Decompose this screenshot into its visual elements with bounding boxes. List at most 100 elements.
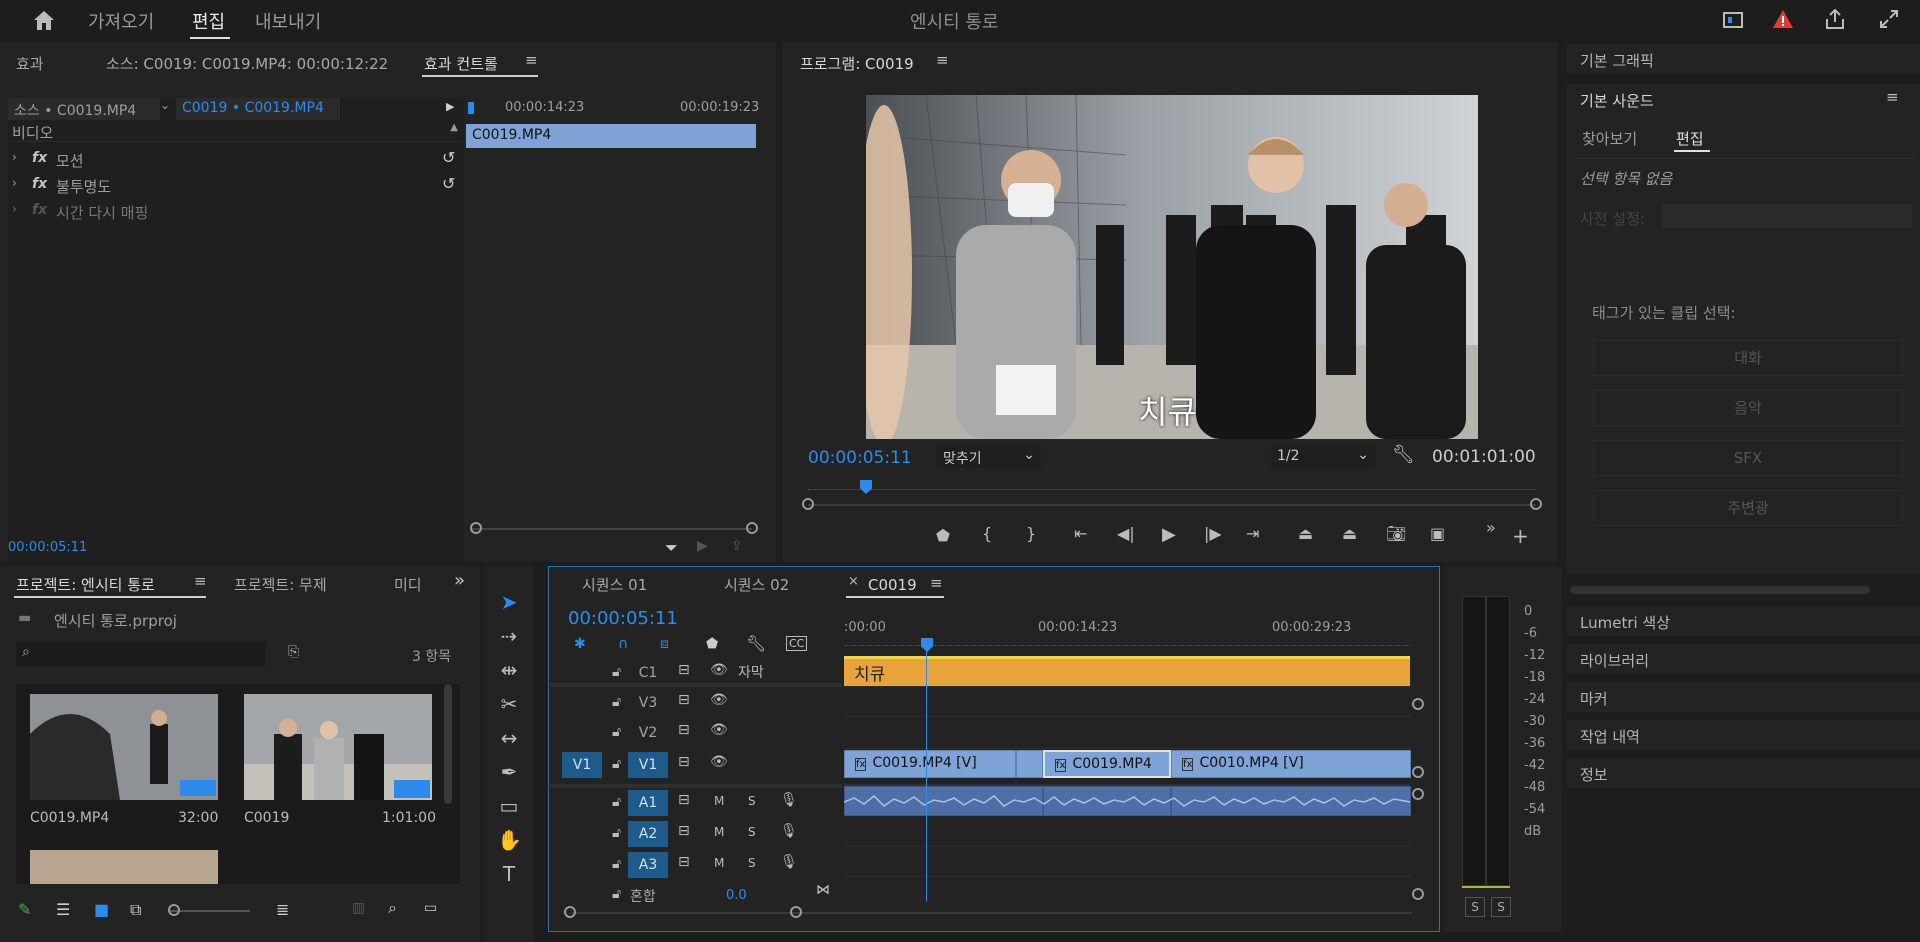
panel-menu-icon[interactable]: ≡ [194, 572, 207, 590]
marker-icon[interactable]: ⬟ [936, 526, 950, 545]
vertical-zoom-handle[interactable] [1412, 788, 1424, 800]
close-icon[interactable]: × [848, 574, 859, 589]
effect-clip[interactable]: C0019.MP4 [466, 124, 756, 148]
tab-source[interactable]: 소스: C0019: C0019.MP4: 00:00:12:22 [106, 53, 388, 74]
track-a3[interactable]: A3 [628, 852, 668, 878]
history-header[interactable]: 작업 내역 [1566, 720, 1920, 750]
music-button[interactable]: 음악 [1593, 390, 1903, 426]
project-thumbnail[interactable] [30, 850, 218, 884]
scrub-handle-left[interactable] [802, 498, 814, 510]
sync-lock-icon[interactable]: ⊟ [678, 692, 690, 708]
video-clip-selected[interactable]: fx C0019.MP4 [1043, 750, 1171, 778]
fullscreen-icon[interactable] [1878, 8, 1900, 30]
tab-edit[interactable]: 편집 [192, 8, 225, 34]
track-v2[interactable]: V2 [628, 720, 668, 746]
expand-icon[interactable]: › [12, 202, 17, 216]
zoom-handle-right[interactable] [746, 522, 758, 534]
fit-select[interactable]: 맞추기 ⌄ [937, 446, 1041, 468]
sync-lock-icon[interactable]: ⊟ [678, 754, 690, 770]
track-v3[interactable]: V3 [628, 690, 668, 716]
track-a2[interactable]: A2 [628, 821, 668, 847]
chevron-down-icon[interactable]: ⌄ [160, 98, 170, 112]
icon-view-icon[interactable]: ■ [94, 900, 109, 919]
sfx-button[interactable]: SFX [1593, 440, 1903, 476]
go-to-in-icon[interactable]: ⇤ [1074, 524, 1087, 543]
lock-icon[interactable]: 🔓︎ [612, 825, 621, 841]
lock-icon[interactable]: 🔓︎ [612, 694, 621, 710]
tab-project-untitled[interactable]: 프로젝트: 무제 [234, 574, 327, 595]
vertical-zoom-handle[interactable] [1412, 766, 1424, 778]
video-clip-gap[interactable] [1016, 750, 1043, 778]
fx-icon[interactable]: fx [32, 202, 47, 218]
lock-icon[interactable]: 🔓︎ [612, 724, 621, 740]
sequence-select[interactable]: C0019 • C0019.MP4 [176, 98, 340, 120]
timeline-timecode[interactable]: 00:00:05:11 [568, 608, 678, 629]
new-bin-icon[interactable]: ⎘ [288, 644, 299, 660]
hand-tool-icon[interactable]: ✋ [497, 828, 522, 852]
dialogue-button[interactable]: 대화 [1593, 340, 1903, 376]
effect-timecode[interactable]: 00:00:05:11 [8, 540, 87, 555]
scrub-bar[interactable] [808, 504, 1536, 506]
track-c1[interactable]: C1 [628, 660, 668, 686]
tab-sequence-02[interactable]: 시퀀스 02 [724, 574, 789, 595]
tab-import[interactable]: 가져오기 [88, 8, 154, 34]
project-search-input[interactable]: ⌕ [16, 642, 266, 666]
mark-out-icon[interactable]: } [1026, 524, 1036, 543]
source-patch-v1[interactable]: V1 [562, 752, 602, 778]
mic-icon[interactable]: 🎙︎ [780, 792, 798, 808]
play-audio-icon[interactable]: ▶ [697, 538, 708, 554]
lock-icon[interactable]: 🔓︎ [612, 886, 621, 902]
quick-export-icon[interactable] [1722, 10, 1744, 30]
tab-effect-controls[interactable]: 효과 컨트롤 [424, 53, 498, 74]
mic-icon[interactable]: 🎙︎ [780, 823, 798, 839]
captions-icon[interactable]: CC [786, 636, 808, 651]
fx-icon[interactable]: fx [32, 150, 47, 166]
quality-select[interactable]: 1/2 ⌄ [1271, 446, 1375, 468]
lift-icon[interactable]: ⏏ [1298, 524, 1313, 543]
panel-menu-icon[interactable]: ≡ [930, 574, 943, 592]
track-select-tool-icon[interactable]: ⇢ [497, 624, 521, 648]
libraries-header[interactable]: 라이브러리 [1566, 644, 1920, 674]
lock-icon[interactable]: 🔓︎ [612, 664, 621, 680]
panel-menu-icon[interactable]: ≡ [936, 51, 949, 69]
tab-effects[interactable]: 효과 [16, 53, 44, 74]
effect-zoom-bar[interactable] [470, 528, 752, 530]
tab-browse[interactable]: 찾아보기 [1582, 128, 1637, 149]
collapse-icon[interactable]: ▲ [450, 122, 458, 133]
playhead-marker[interactable] [468, 102, 474, 114]
solo-left-button[interactable]: S [1465, 897, 1485, 917]
razor-tool-icon[interactable]: ✂ [497, 692, 521, 716]
sync-lock-icon[interactable]: ⊟ [678, 854, 690, 870]
home-icon[interactable] [32, 9, 56, 31]
tab-export[interactable]: 내보내기 [255, 8, 321, 34]
info-header[interactable]: 정보 [1566, 758, 1920, 788]
sync-lock-icon[interactable]: ⊟ [678, 792, 690, 808]
slip-tool-icon[interactable]: ↔ [497, 726, 521, 750]
marker-icon[interactable]: ⬟ [706, 636, 718, 652]
go-to-out-icon[interactable]: ⇥ [1246, 524, 1259, 543]
timeline-zoom-handle-right[interactable] [790, 906, 802, 918]
tab-c0019[interactable]: C0019 [868, 576, 917, 594]
mute-button[interactable]: M [714, 856, 724, 870]
program-timecode[interactable]: 00:00:05:11 [808, 448, 912, 468]
eye-icon[interactable]: 👁︎ [710, 722, 728, 738]
solo-button[interactable]: S [748, 794, 756, 808]
vertical-zoom-handle[interactable] [1412, 698, 1424, 710]
export-icon[interactable]: ⇪ [731, 538, 743, 554]
sync-lock-icon[interactable]: ⊟ [678, 662, 690, 678]
extract-icon[interactable]: ⏏ [1342, 524, 1357, 543]
lumetri-header[interactable]: Lumetri 색상 [1566, 606, 1920, 636]
lock-icon[interactable]: 🔓︎ [612, 756, 621, 772]
video-clip[interactable]: fx C0019.MP4 [V] [844, 750, 1016, 778]
expand-icon[interactable]: › [12, 150, 17, 164]
project-scrollbar[interactable] [444, 684, 452, 804]
type-tool-icon[interactable]: T [497, 862, 521, 886]
vertical-zoom-handle[interactable] [1412, 888, 1424, 900]
video-clip[interactable]: fx C0010.MP4 [V] [1171, 750, 1411, 778]
play-triangle-icon[interactable]: ▶ [446, 100, 454, 113]
filter-icon[interactable]: ⏷ [665, 538, 678, 558]
pen-tool-icon[interactable]: ✒ [497, 760, 521, 784]
project-thumbnail[interactable] [30, 694, 218, 800]
wrench-icon[interactable]: 🔧︎ [1392, 444, 1415, 465]
preset-select[interactable] [1662, 204, 1912, 228]
